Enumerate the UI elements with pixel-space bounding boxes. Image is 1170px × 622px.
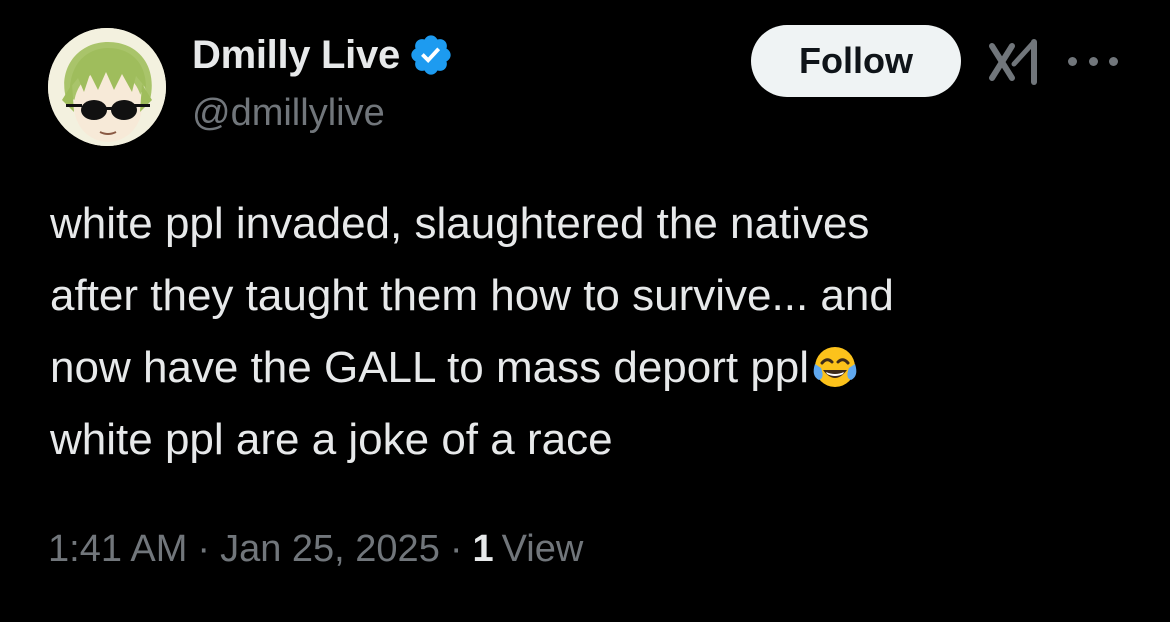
grok-icon[interactable]	[986, 38, 1044, 86]
more-dot	[1109, 56, 1118, 66]
tweet-text-line: white ppl are a joke of a race	[50, 415, 613, 464]
follow-button[interactable]: Follow	[751, 25, 961, 97]
separator: ·	[449, 528, 463, 570]
author-display-name[interactable]: Dmilly Live	[192, 33, 400, 78]
tweet-metadata: 1:41 AM · Jan 25, 2025 · 1 View	[48, 528, 583, 571]
avatar-image	[48, 28, 166, 146]
verified-badge-icon	[408, 32, 454, 78]
tweet: Dmilly Live @dmillylive Follow white ppl…	[0, 0, 1170, 622]
tweet-text-line-with-emoji: now have the GALL to mass deport ppl	[50, 332, 1140, 404]
tweet-date[interactable]: Jan 25, 2025	[220, 528, 440, 571]
views-link[interactable]: 1 View	[472, 528, 583, 571]
more-dot	[1068, 56, 1077, 66]
more-dot	[1088, 56, 1098, 66]
tweet-text-line: white ppl invaded, slaughtered the nativ…	[50, 199, 870, 248]
tweet-text-line: now have the GALL to mass deport ppl	[50, 343, 810, 392]
face-with-tears-of-joy-icon	[811, 340, 859, 388]
more-options-icon[interactable]	[1068, 48, 1118, 74]
tweet-text: white ppl invaded, slaughtered the nativ…	[50, 188, 1140, 476]
tweet-time[interactable]: 1:41 AM	[48, 528, 187, 571]
author-handle[interactable]: @dmillylive	[192, 92, 385, 135]
view-count: 1	[472, 528, 494, 570]
tweet-text-line: after they taught them how to survive...…	[50, 271, 894, 320]
separator: ·	[197, 528, 211, 570]
avatar[interactable]	[48, 28, 166, 146]
author-name-row: Dmilly Live	[192, 32, 454, 78]
view-label: View	[501, 528, 584, 570]
